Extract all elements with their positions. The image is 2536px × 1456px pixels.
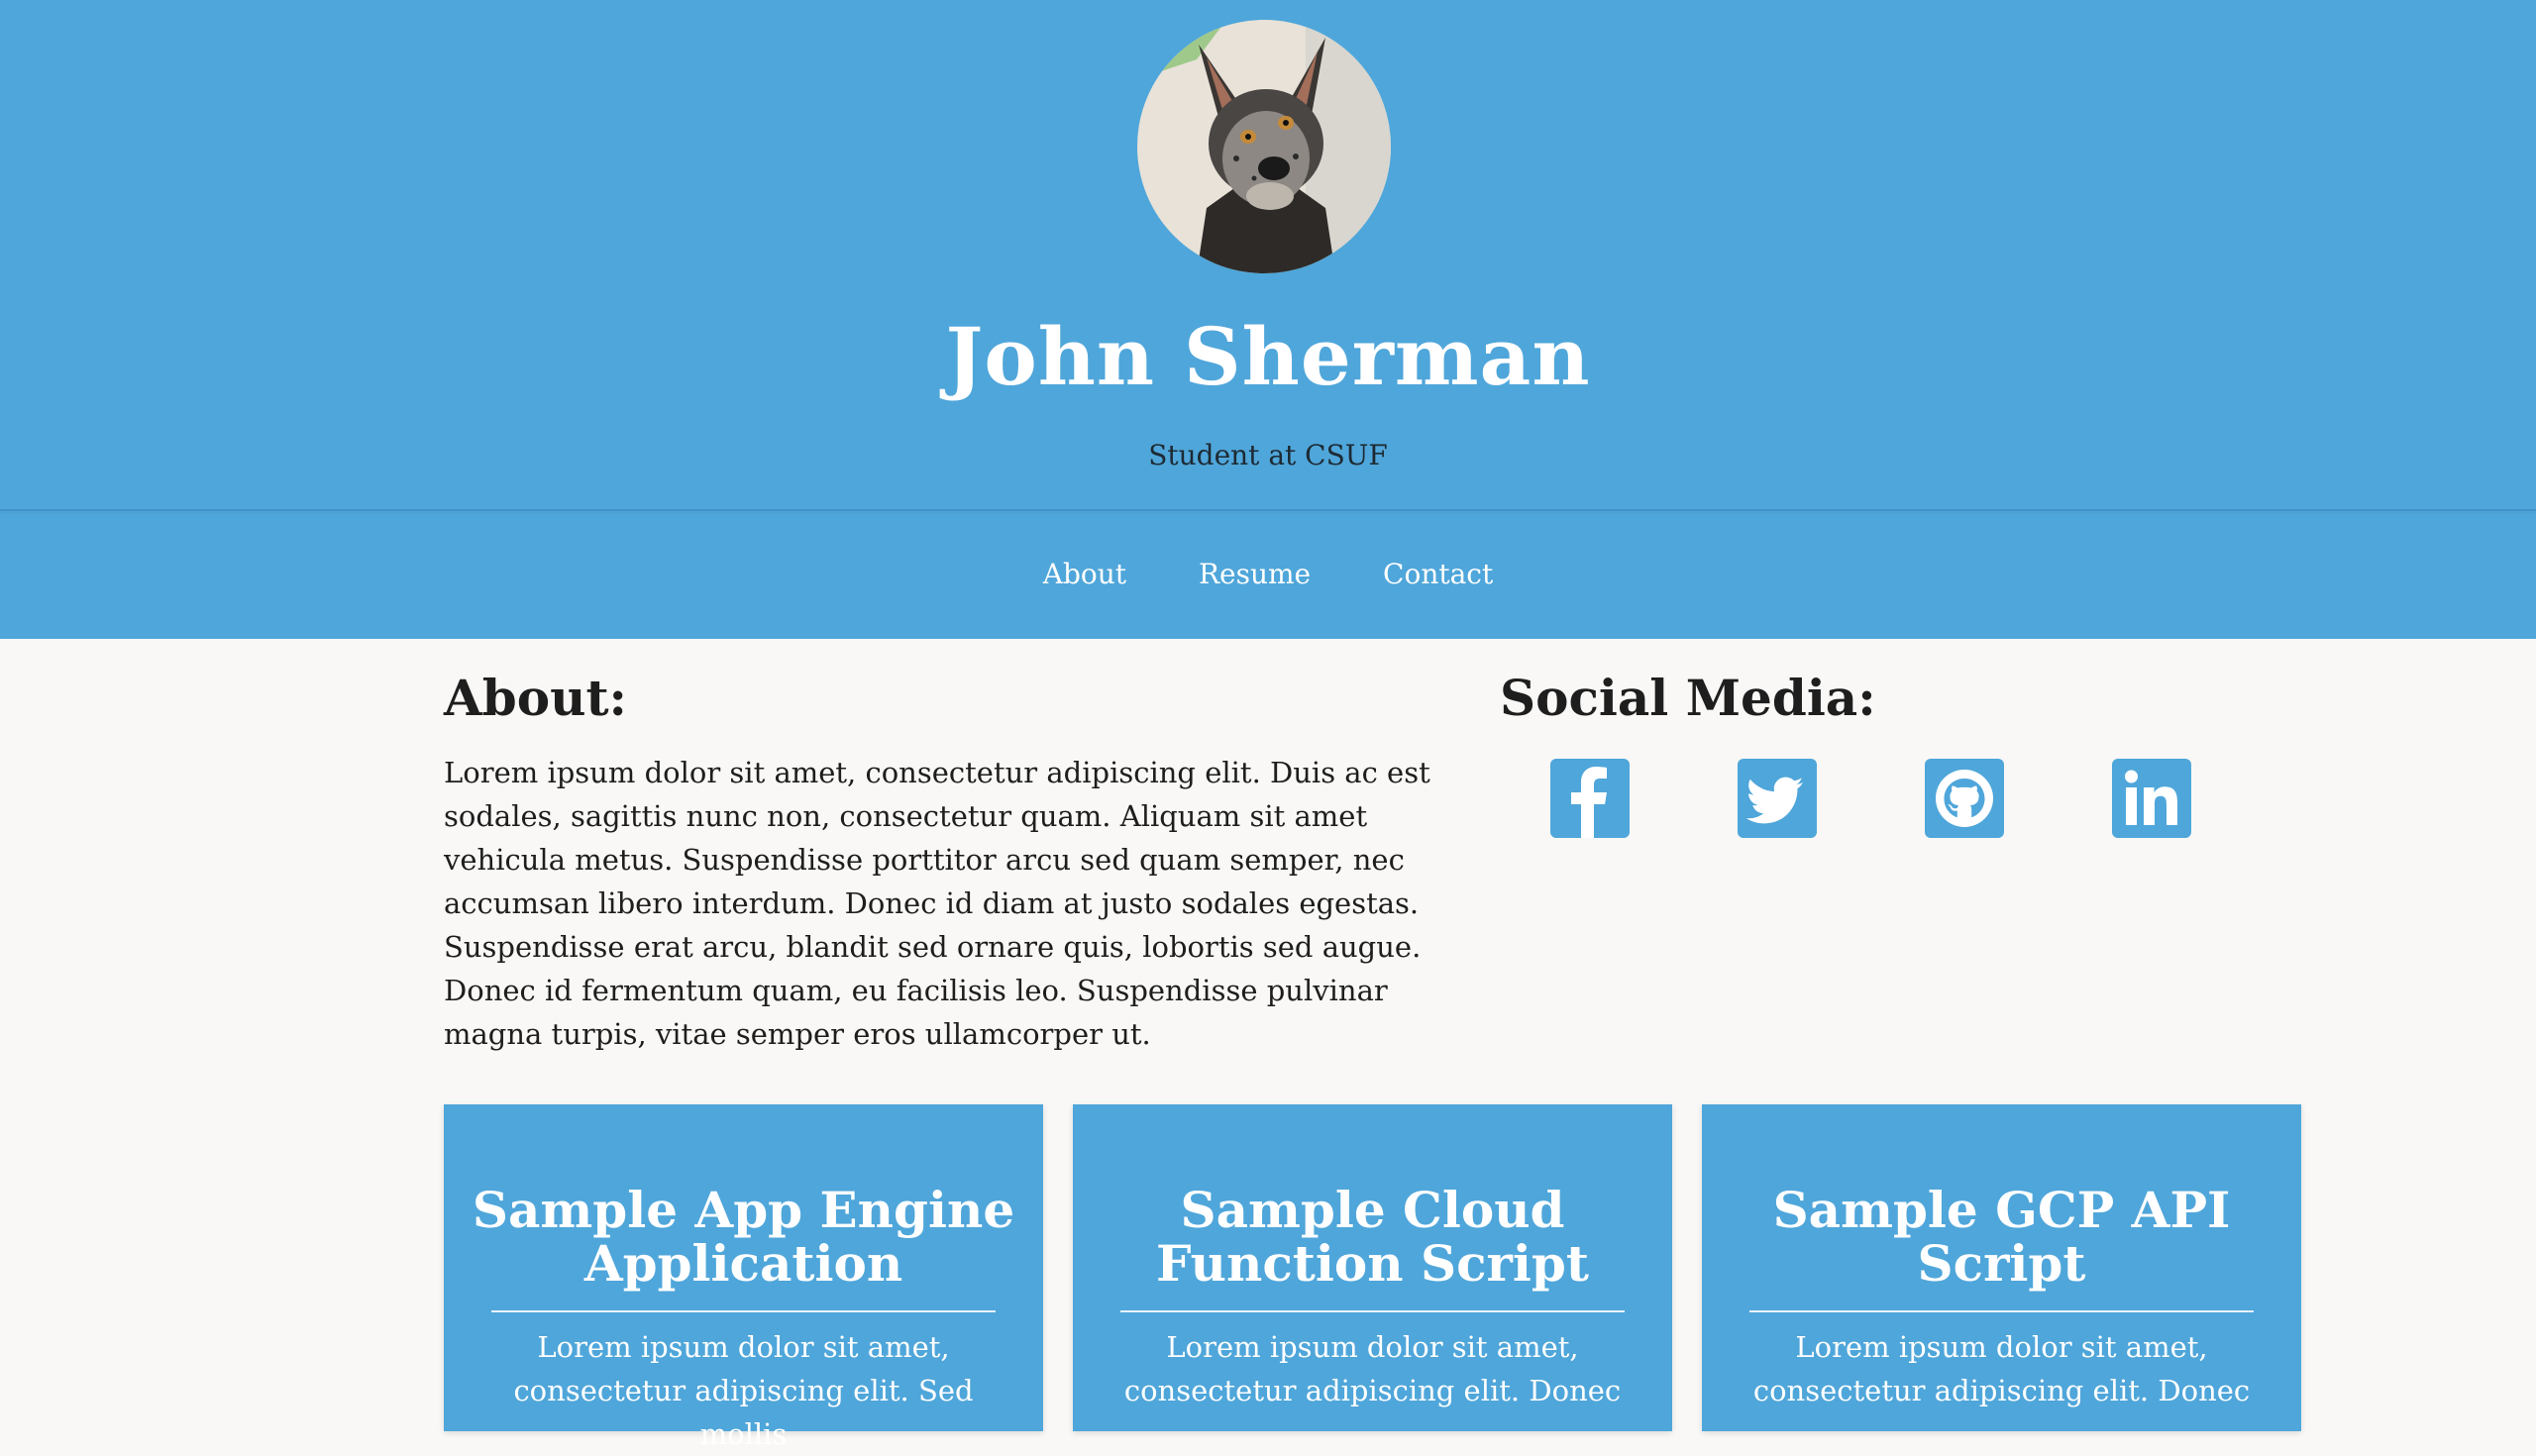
project-card-text: Lorem ipsum dolor sit amet, consectetur … — [1752, 1330, 2251, 1407]
project-card-divider — [1749, 1310, 2254, 1312]
main-nav: About Resume Contact — [0, 555, 2536, 594]
dog-photo — [1137, 20, 1391, 273]
avatar — [1137, 20, 1391, 273]
nav-link-contact[interactable]: Contact — [1383, 558, 1493, 590]
project-card-title: Sample App Engine Application — [472, 1181, 1015, 1293]
project-card-divider — [1120, 1310, 1625, 1312]
project-card-title: Sample Cloud Function Script — [1156, 1181, 1589, 1293]
site-title: John Sherman — [945, 310, 1591, 403]
social-heading: Social Media: — [1500, 669, 1876, 727]
facebook-icon[interactable] — [1550, 759, 1630, 838]
nav-link-about[interactable]: About — [1043, 558, 1126, 590]
project-card-title: Sample GCP API Script — [1772, 1181, 2231, 1293]
about-heading: About: — [444, 669, 628, 727]
project-card[interactable]: Sample Cloud Function Script Lorem ipsum… — [1073, 1104, 1672, 1431]
github-icon[interactable] — [1925, 759, 2004, 838]
about-text: Lorem ipsum dolor sit amet, consectetur … — [444, 756, 1430, 1051]
nav-link-resume[interactable]: Resume — [1199, 558, 1311, 590]
site-header: John Sherman Student at CSUF About Resum… — [0, 0, 2536, 639]
site-tagline: Student at CSUF — [1148, 439, 1388, 471]
project-card-text: Lorem ipsum dolor sit amet, consectetur … — [1123, 1330, 1622, 1407]
project-card[interactable]: Sample App Engine Application Lorem ipsu… — [444, 1104, 1043, 1451]
linkedin-icon[interactable] — [2112, 759, 2191, 838]
project-card-divider — [491, 1310, 996, 1312]
project-card-text: Lorem ipsum dolor sit amet, consectetur … — [513, 1330, 974, 1451]
project-card[interactable]: Sample GCP API Script Lorem ipsum dolor … — [1702, 1104, 2301, 1431]
twitter-icon[interactable] — [1738, 759, 1817, 838]
header-divider — [0, 509, 2536, 511]
